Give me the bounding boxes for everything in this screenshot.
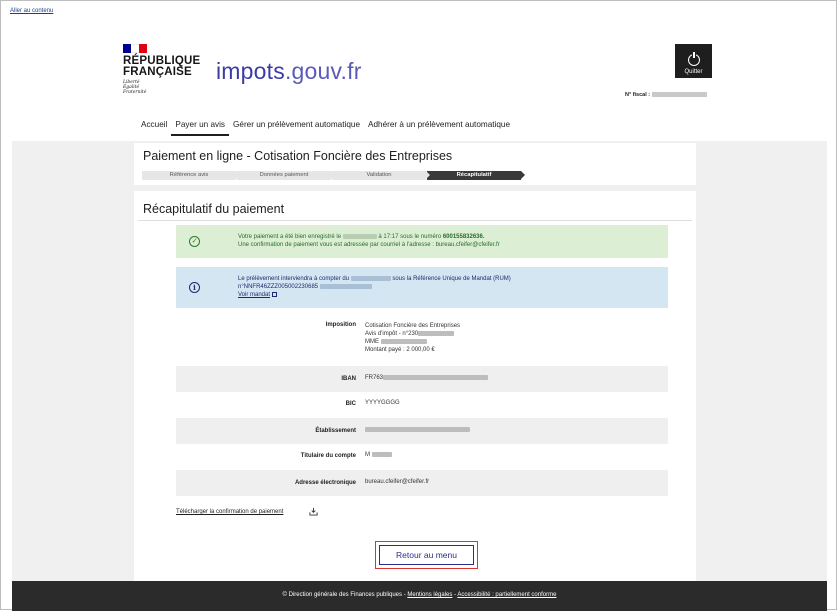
power-icon — [687, 51, 700, 66]
redacted-etablissement — [365, 426, 470, 432]
detail-row-email: Adresse électronique bureau.cfeifer@cfei… — [176, 470, 668, 496]
step-reference-avis: Référence avis — [142, 171, 240, 180]
page-frame: Aller au contenu RÉPUBLIQUE FRANÇAISE Lib… — [0, 0, 837, 611]
divider — [138, 220, 692, 221]
info-alert: i Le prélèvement interviendra à compter … — [176, 267, 668, 308]
footer-accessibility-link[interactable]: Accessibilité : partiellement conforme — [457, 592, 556, 598]
detail-row-titulaire: Titulaire du compte M — [176, 444, 668, 470]
site-footer: © Direction générale des Finances publiq… — [12, 581, 827, 611]
external-link-icon — [272, 291, 278, 297]
imposition-line-2: Avis d'impôt - n°230 — [365, 331, 419, 337]
download-confirmation-link[interactable]: Télécharger la confirmation de paiement — [176, 509, 283, 515]
redacted-titulaire — [371, 451, 392, 457]
quit-label: Quitter — [684, 68, 703, 75]
info-text-a: Le prélèvement interviendra à compter du — [238, 276, 350, 282]
titulaire-value: M — [365, 452, 370, 458]
check-circle-icon: ✓ — [189, 236, 200, 247]
redacted-fiscal-number — [652, 92, 708, 98]
progress-steps: Référence avis Données paiement Validati… — [142, 171, 525, 180]
voir-mandat-label: Voir mandat — [238, 292, 271, 298]
imposition-line-4: Montant payé : 2 000,00 € — [365, 347, 435, 353]
redacted-name — [380, 338, 427, 344]
voir-mandat-link[interactable]: Voir mandat — [238, 291, 278, 298]
email-value: bureau.cfeifer@cfeifer.fr — [365, 479, 430, 485]
info-text-b: sous la Référence Unique de Mandat (RUM) — [392, 276, 511, 282]
flag-icon — [123, 44, 147, 53]
redacted-date — [342, 233, 377, 239]
main-nav: Accueil Payer un avis Gérer un prélèveme… — [137, 118, 514, 136]
nav-item-gerer-prelevement[interactable]: Gérer un prélèvement automatique — [229, 118, 364, 136]
imposition-line-1: Cotisation Foncière des Entreprises — [365, 323, 461, 329]
success-text-b: à 17:17 sous le numéro — [378, 234, 442, 240]
email-label: Adresse électronique — [294, 480, 356, 486]
summary-card: Récapitulatif du paiement ✓ Votre paieme… — [134, 191, 696, 581]
nav-item-accueil[interactable]: Accueil — [137, 118, 171, 136]
step-validation: Validation — [332, 171, 430, 180]
redacted-avis — [418, 330, 455, 336]
fiscal-number: N° fiscal : — [625, 92, 708, 98]
impots-gouv-logo[interactable]: impots.gouv.fr — [216, 58, 362, 85]
imposition-label: Imposition — [325, 322, 356, 328]
titulaire-label: Titulaire du compte — [300, 453, 356, 459]
success-alert: ✓ Votre paiement a été bien enregistré l… — [176, 225, 668, 258]
footer-legal-link[interactable]: Mentions légales — [407, 592, 452, 598]
bic-label: BIC — [345, 401, 356, 407]
detail-row-etablissement: Établissement — [176, 418, 668, 444]
quit-button[interactable]: Quitter — [675, 44, 712, 78]
footer-copyright: © Direction générale des Finances publiq… — [282, 592, 406, 598]
redacted-iban — [383, 374, 489, 380]
skip-to-content-link[interactable]: Aller au contenu — [10, 8, 53, 14]
republic-line-2: FRANÇAISE — [123, 66, 192, 78]
nav-item-adherer-prelevement[interactable]: Adhérer à un prélèvement automatique — [364, 118, 514, 136]
fiscal-label: N° fiscal : — [625, 92, 651, 98]
info-circle-icon: i — [189, 282, 200, 293]
summary-title: Récapitulatif du paiement — [143, 202, 285, 216]
step-recapitulatif: Récapitulatif — [427, 171, 525, 180]
success-text-line2: Une confirmation de paiement vous est ad… — [238, 242, 500, 248]
bic-value: YYYYGGGG — [365, 400, 400, 406]
nav-item-payer-un-avis[interactable]: Payer un avis — [171, 118, 230, 136]
payment-header-card: Paiement en ligne - Cotisation Foncière … — [134, 143, 696, 185]
back-button-highlight: Retour au menu — [375, 541, 478, 569]
footer-separator: - — [454, 592, 457, 598]
detail-row-iban: IBAN FR763 — [176, 366, 668, 392]
imposition-line-3: MME — [365, 339, 379, 345]
rum-number: n°NNFR46ZZZ005002230685 — [238, 284, 319, 290]
page-title: Paiement en ligne - Cotisation Foncière … — [143, 149, 453, 163]
redacted-date — [350, 275, 391, 281]
republique-francaise-logo[interactable]: RÉPUBLIQUE FRANÇAISE Liberté Égalité Frater… — [123, 44, 200, 95]
brand-main: impots — [216, 58, 285, 84]
devise-fraternite: Fraternité — [123, 90, 147, 95]
success-text-a: Votre paiement a été bien enregistré le — [238, 234, 342, 240]
download-icon[interactable] — [309, 507, 318, 516]
step-donnees-paiement: Données paiement — [237, 171, 335, 180]
brand-suffix: .gouv.fr — [284, 58, 362, 84]
detail-row-imposition: Imposition Cotisation Foncière des Entre… — [176, 319, 668, 363]
iban-label: IBAN — [341, 376, 356, 382]
iban-value: FR763 — [365, 375, 384, 381]
redacted-rum — [319, 283, 372, 289]
payment-number: 600155832636. — [442, 234, 485, 240]
back-to-menu-button[interactable]: Retour au menu — [379, 545, 474, 565]
etablissement-label: Établissement — [315, 428, 356, 434]
detail-row-bic: BIC YYYYGGGG — [176, 392, 668, 418]
